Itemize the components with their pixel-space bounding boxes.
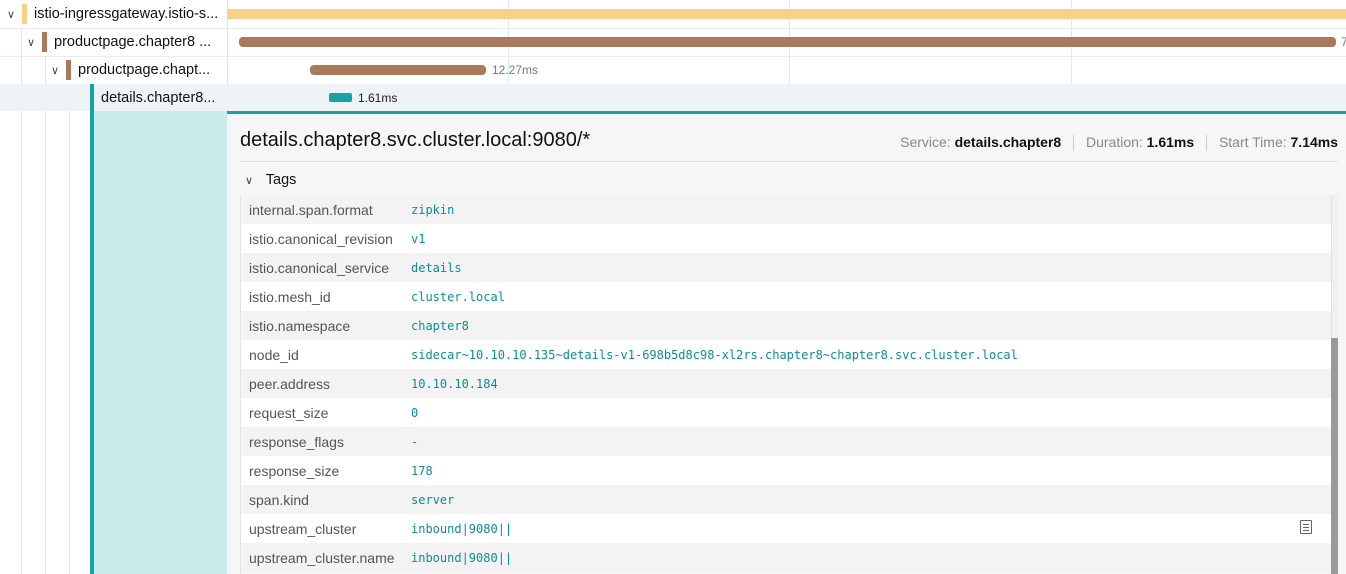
tag-row[interactable]: istio.canonical_service details xyxy=(241,253,1331,282)
span-detail-title: details.chapter8.svc.cluster.local:9080/… xyxy=(240,129,591,151)
span-duration-label: 1.61ms xyxy=(358,91,398,105)
tag-key: internal.span.format xyxy=(249,201,373,218)
copy-icon[interactable] xyxy=(1300,520,1312,534)
meta-separator xyxy=(1073,135,1075,152)
tag-key: istio.namespace xyxy=(249,317,351,334)
tag-key: upstream_cluster xyxy=(249,520,357,537)
span-tree-cell[interactable]: details.chapter8... xyxy=(101,84,227,111)
span-duration-label: 12.27ms xyxy=(492,63,539,77)
tag-row[interactable]: istio.mesh_id cluster.local xyxy=(241,282,1331,311)
tag-row[interactable]: peer.address 10.10.10.184 xyxy=(241,369,1331,398)
tag-row[interactable]: upstream_cluster.name inbound|9080|| xyxy=(241,543,1331,572)
selected-span-indicator xyxy=(90,84,94,111)
chevron-down-icon[interactable]: ∨ xyxy=(24,36,38,49)
tag-value: zipkin xyxy=(411,202,455,217)
tag-value: 10.10.10.184 xyxy=(411,376,498,391)
tag-value: 0 xyxy=(411,405,419,420)
span-tree-cell[interactable]: ∨ productpage.chapt... xyxy=(48,56,227,84)
tag-row[interactable]: request_size 0 xyxy=(241,398,1331,427)
tags-table: internal.span.format zipkin istio.canonica… xyxy=(240,195,1331,574)
tags-section-label: Tags xyxy=(265,172,297,188)
service-color-marker xyxy=(22,4,27,24)
tag-key: request_size xyxy=(249,404,329,421)
tag-key: upstream_cluster.name xyxy=(249,549,395,566)
service-label: Service: xyxy=(900,134,951,150)
tag-key: istio.canonical_service xyxy=(249,259,390,276)
tag-value: - xyxy=(411,434,419,449)
tag-key: span.kind xyxy=(249,491,309,508)
tags-scrollbar-thumb[interactable] xyxy=(1331,338,1338,574)
tag-value: inbound|9080|| xyxy=(411,550,513,565)
tag-key: response_size xyxy=(249,462,340,479)
tag-key: istio.canonical_revision xyxy=(249,230,393,247)
tag-value: cluster.local xyxy=(411,289,505,304)
service-value: details.chapter8 xyxy=(954,134,1062,150)
tag-value: v1 xyxy=(411,231,426,246)
span-detail-gutter xyxy=(90,111,227,574)
tag-row[interactable]: span.kind server xyxy=(241,485,1331,514)
tag-key: peer.address xyxy=(249,375,330,392)
span-tree-cell[interactable]: ∨ istio-ingressgateway.istio-s... xyxy=(0,0,227,28)
span-bar[interactable] xyxy=(227,9,1346,19)
tag-key: node_id xyxy=(249,346,299,363)
tree-guide-line xyxy=(45,56,46,574)
tag-row[interactable]: istio.namespace chapter8 xyxy=(241,311,1331,340)
span-name: details.chapter8... xyxy=(101,89,216,106)
service-color-marker xyxy=(66,60,71,80)
chevron-down-icon[interactable]: ∨ xyxy=(242,174,256,187)
start-time-label: Start Time: xyxy=(1218,134,1287,150)
tag-row[interactable]: node_id sidecar~10.10.10.135~details-v1-6… xyxy=(241,340,1331,369)
tag-row[interactable]: upstream_cluster inbound|9080|| xyxy=(241,514,1331,543)
service-color-marker xyxy=(42,32,47,52)
tag-row[interactable]: response_size 178 xyxy=(241,456,1331,485)
tags-section-toggle[interactable]: ∨ Tags xyxy=(242,172,296,188)
span-bar[interactable] xyxy=(239,37,1336,47)
span-name: istio-ingressgateway.istio-s... xyxy=(34,6,219,22)
tag-key: response_flags xyxy=(249,433,344,450)
tag-value: inbound|9080|| xyxy=(411,521,513,536)
tag-row[interactable]: response_flags - xyxy=(241,427,1331,456)
span-bar[interactable] xyxy=(310,65,486,75)
span-row-ingress[interactable]: ∨ istio-ingressgateway.istio-s... xyxy=(0,0,1346,28)
tag-value: server xyxy=(411,492,455,507)
tag-value: chapter8 xyxy=(411,318,469,333)
span-detail-meta: Service: details.chapter8 Duration: 1.61… xyxy=(900,134,1338,152)
span-bar[interactable] xyxy=(329,93,352,102)
span-name: productpage.chapter8 ... xyxy=(54,34,212,50)
span-row-details[interactable]: details.chapter8... 1.61ms xyxy=(0,84,1346,111)
tag-value: sidecar~10.10.10.135~details-v1-698b5d8c… xyxy=(411,347,1018,362)
duration-label: Duration: xyxy=(1085,134,1143,150)
span-tree-cell[interactable]: ∨ productpage.chapter8 ... xyxy=(24,28,227,56)
chevron-down-icon[interactable]: ∨ xyxy=(48,64,62,77)
span-duration-label: 7 xyxy=(1341,35,1346,49)
span-row-productpage-child[interactable]: ∨ productpage.chapt... 12.27ms xyxy=(0,56,1346,84)
duration-value: 1.61ms xyxy=(1146,134,1195,150)
span-name: productpage.chapt... xyxy=(78,62,211,78)
tree-guide-line xyxy=(69,84,70,574)
tag-value: details xyxy=(411,260,462,275)
tag-value: 178 xyxy=(411,463,433,478)
span-row-productpage[interactable]: ∨ productpage.chapter8 ... 7 xyxy=(0,28,1346,56)
start-time-value: 7.14ms xyxy=(1290,134,1338,150)
meta-separator xyxy=(1206,135,1208,152)
tag-row[interactable]: istio.canonical_revision v1 xyxy=(241,224,1331,253)
tag-key: istio.mesh_id xyxy=(249,288,331,305)
detail-divider xyxy=(240,161,1338,162)
chevron-down-icon[interactable]: ∨ xyxy=(4,8,18,21)
tag-row[interactable]: internal.span.format zipkin xyxy=(241,195,1331,224)
